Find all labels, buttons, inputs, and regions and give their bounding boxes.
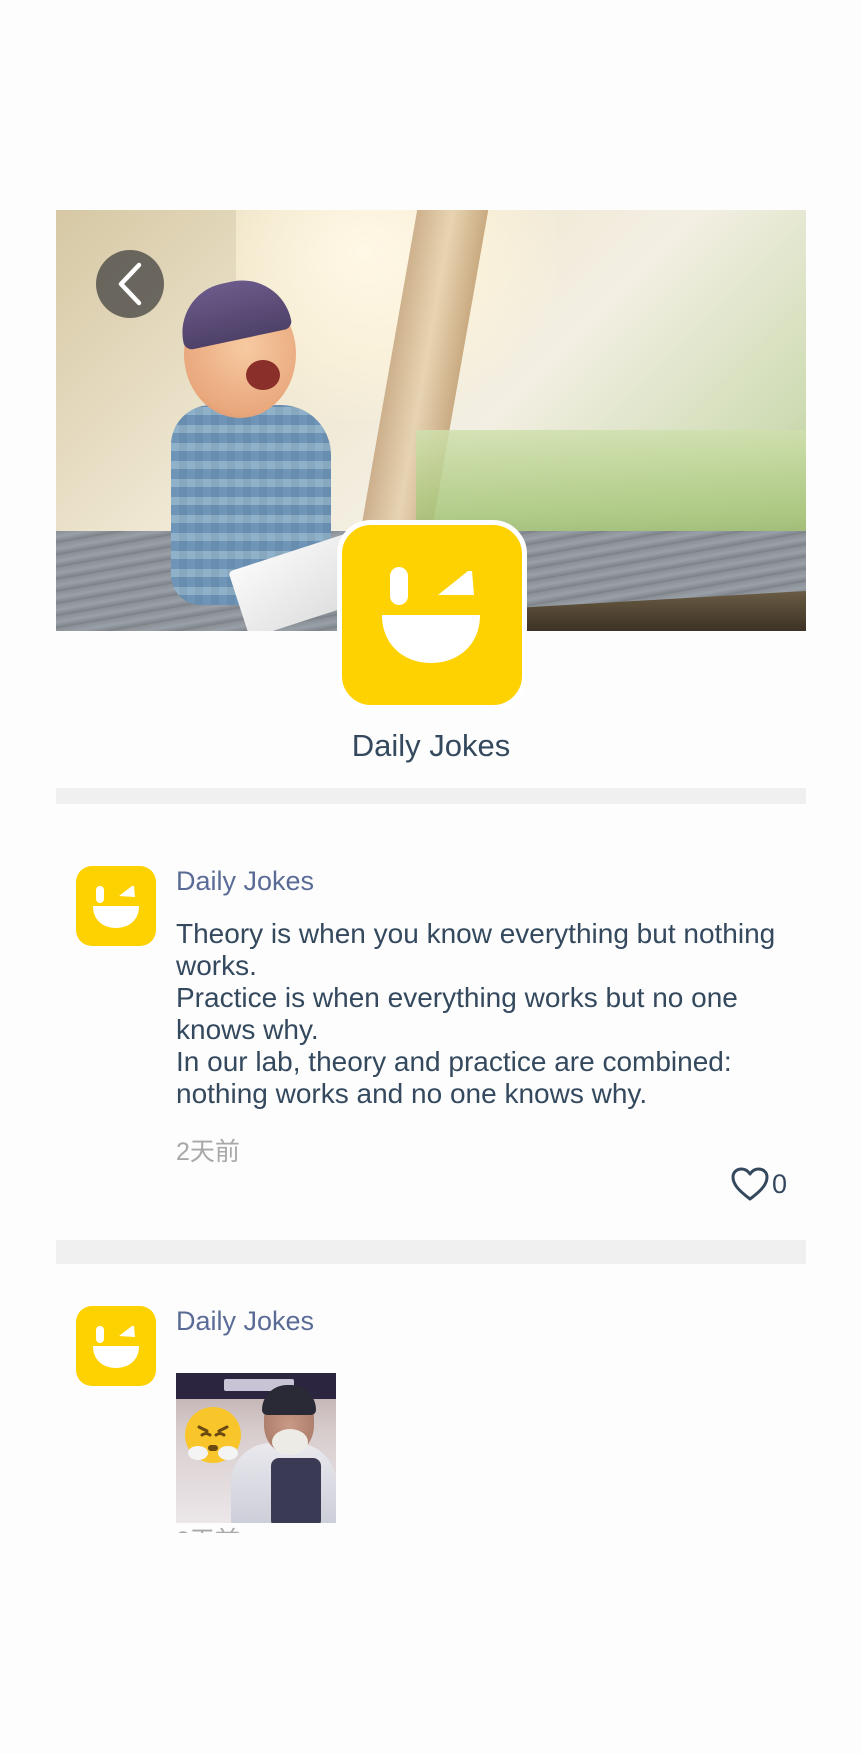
section-divider <box>56 1240 806 1264</box>
post-avatar[interactable] <box>76 866 156 946</box>
wink-smile-logo-icon <box>382 567 480 663</box>
chevron-left-icon <box>118 262 142 306</box>
post-avatar[interactable] <box>76 1306 156 1386</box>
channel-logo <box>337 520 527 710</box>
steaming-face-emoji-icon <box>185 1407 241 1463</box>
back-button[interactable] <box>96 250 164 318</box>
heart-outline-icon <box>731 1167 769 1201</box>
post-author[interactable]: Daily Jokes <box>176 1306 314 1337</box>
channel-title: Daily Jokes <box>351 728 511 763</box>
like-count: 0 <box>772 1168 788 1199</box>
list-clip-area <box>56 1533 806 1754</box>
like-button[interactable]: 0 <box>730 1166 787 1202</box>
post-author[interactable]: Daily Jokes <box>176 866 314 897</box>
channel-page: Daily Jokes Daily Jokes Theory is when y… <box>0 0 862 1754</box>
post-image[interactable] <box>176 1373 336 1523</box>
wink-smile-logo-icon <box>93 886 139 928</box>
post-text: Theory is when you know everything but n… <box>176 918 776 1109</box>
post-timestamp: 2天前 <box>176 1138 240 1166</box>
wink-smile-logo-icon <box>93 1326 139 1368</box>
section-divider <box>56 788 806 804</box>
